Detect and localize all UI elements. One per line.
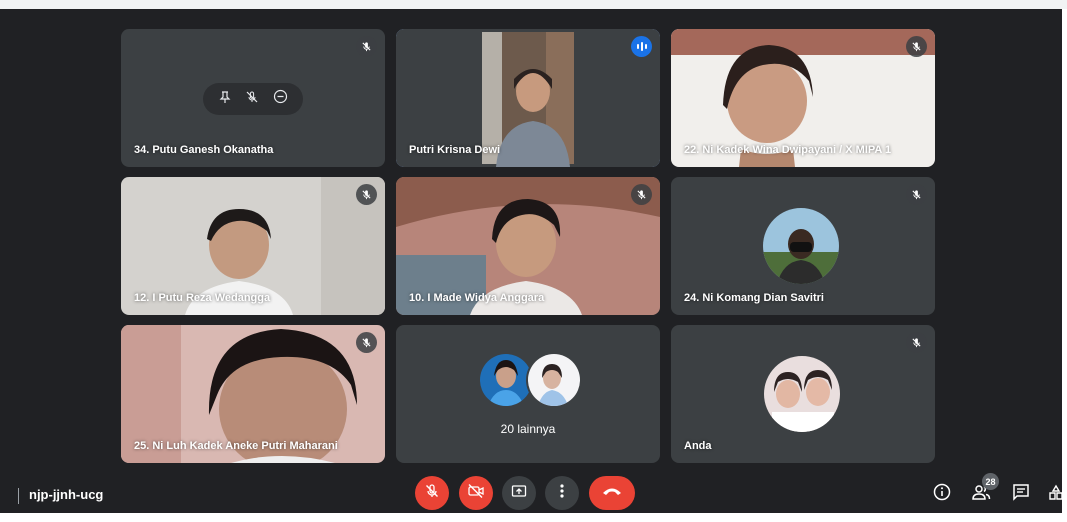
chat-icon: [1012, 483, 1030, 506]
meeting-details-button[interactable]: [930, 482, 954, 506]
mic-off-icon: [906, 36, 927, 57]
other-participants-label: 20 lainnya: [500, 422, 556, 436]
participant-tile[interactable]: 22. Ni Kadek Wina Dwipayani / X MIPA 1: [671, 29, 935, 167]
end-call-button[interactable]: [589, 476, 635, 510]
more-options-button[interactable]: [545, 476, 579, 510]
mic-off-icon: [424, 483, 440, 504]
participant-tile[interactable]: 25. Ni Luh Kadek Aneke Putri Maharani: [121, 325, 385, 463]
activities-button[interactable]: [1047, 482, 1062, 506]
participant-name: Anda: [684, 440, 712, 452]
participant-grid: 34. Putu Ganesh Okanatha Putri Krisna De…: [121, 29, 935, 463]
meet-app: 34. Putu Ganesh Okanatha Putri Krisna De…: [0, 9, 1062, 513]
mic-off-icon: [906, 184, 927, 205]
participant-tile[interactable]: 34. Putu Ganesh Okanatha: [121, 29, 385, 167]
participant-name: 12. I Putu Reza Wedangga: [134, 292, 271, 304]
participant-tile[interactable]: 24. Ni Komang Dian Savitri: [671, 177, 935, 315]
other-participants-tile[interactable]: 20 lainnya: [396, 325, 660, 463]
mic-off-icon[interactable]: [245, 90, 259, 109]
participant-tile[interactable]: 10. I Made Widya Anggara: [396, 177, 660, 315]
participant-tile[interactable]: Putri Krisna Dewi: [396, 29, 660, 167]
avatar: [763, 208, 839, 284]
participant-tile[interactable]: 12. I Putu Reza Wedangga: [121, 177, 385, 315]
toggle-camera-button[interactable]: [459, 476, 493, 510]
participant-name: 25. Ni Luh Kadek Aneke Putri Maharani: [134, 440, 338, 452]
avatar: [528, 354, 580, 406]
present-icon: [511, 483, 527, 504]
participant-name: 34. Putu Ganesh Okanatha: [134, 144, 274, 156]
info-icon: [933, 483, 951, 506]
activities-icon: [1047, 483, 1062, 506]
camera-off-icon: [467, 483, 485, 504]
control-bar: njp-jjnh-ucg: [0, 474, 1062, 518]
participant-name: Putri Krisna Dewi: [409, 144, 501, 156]
participant-count-badge: 28: [982, 473, 999, 490]
remove-icon[interactable]: [273, 89, 288, 109]
more-vert-icon: [559, 483, 565, 504]
present-button[interactable]: [502, 476, 536, 510]
self-tile[interactable]: Anda: [671, 325, 935, 463]
avatar: [480, 354, 532, 406]
participant-name: 24. Ni Komang Dian Savitri: [684, 292, 824, 304]
browser-top-strip: [0, 0, 1067, 9]
mic-off-icon: [356, 184, 377, 205]
tile-hover-actions: [203, 83, 303, 115]
mic-off-icon: [906, 332, 927, 353]
pin-icon[interactable]: [218, 90, 232, 109]
mic-off-icon: [631, 184, 652, 205]
chat-button[interactable]: [1009, 482, 1033, 506]
participant-name: 10. I Made Widya Anggara: [409, 292, 545, 304]
avatar: [764, 356, 840, 432]
speaking-indicator-icon: [631, 36, 652, 57]
toggle-mic-button[interactable]: [415, 476, 449, 510]
participant-name: 22. Ni Kadek Wina Dwipayani / X MIPA 1: [684, 144, 892, 156]
meeting-code: njp-jjnh-ucg: [29, 487, 104, 502]
mic-off-icon: [356, 36, 377, 57]
end-call-icon: [601, 484, 623, 502]
divider: [18, 488, 19, 504]
mic-off-icon: [356, 332, 377, 353]
